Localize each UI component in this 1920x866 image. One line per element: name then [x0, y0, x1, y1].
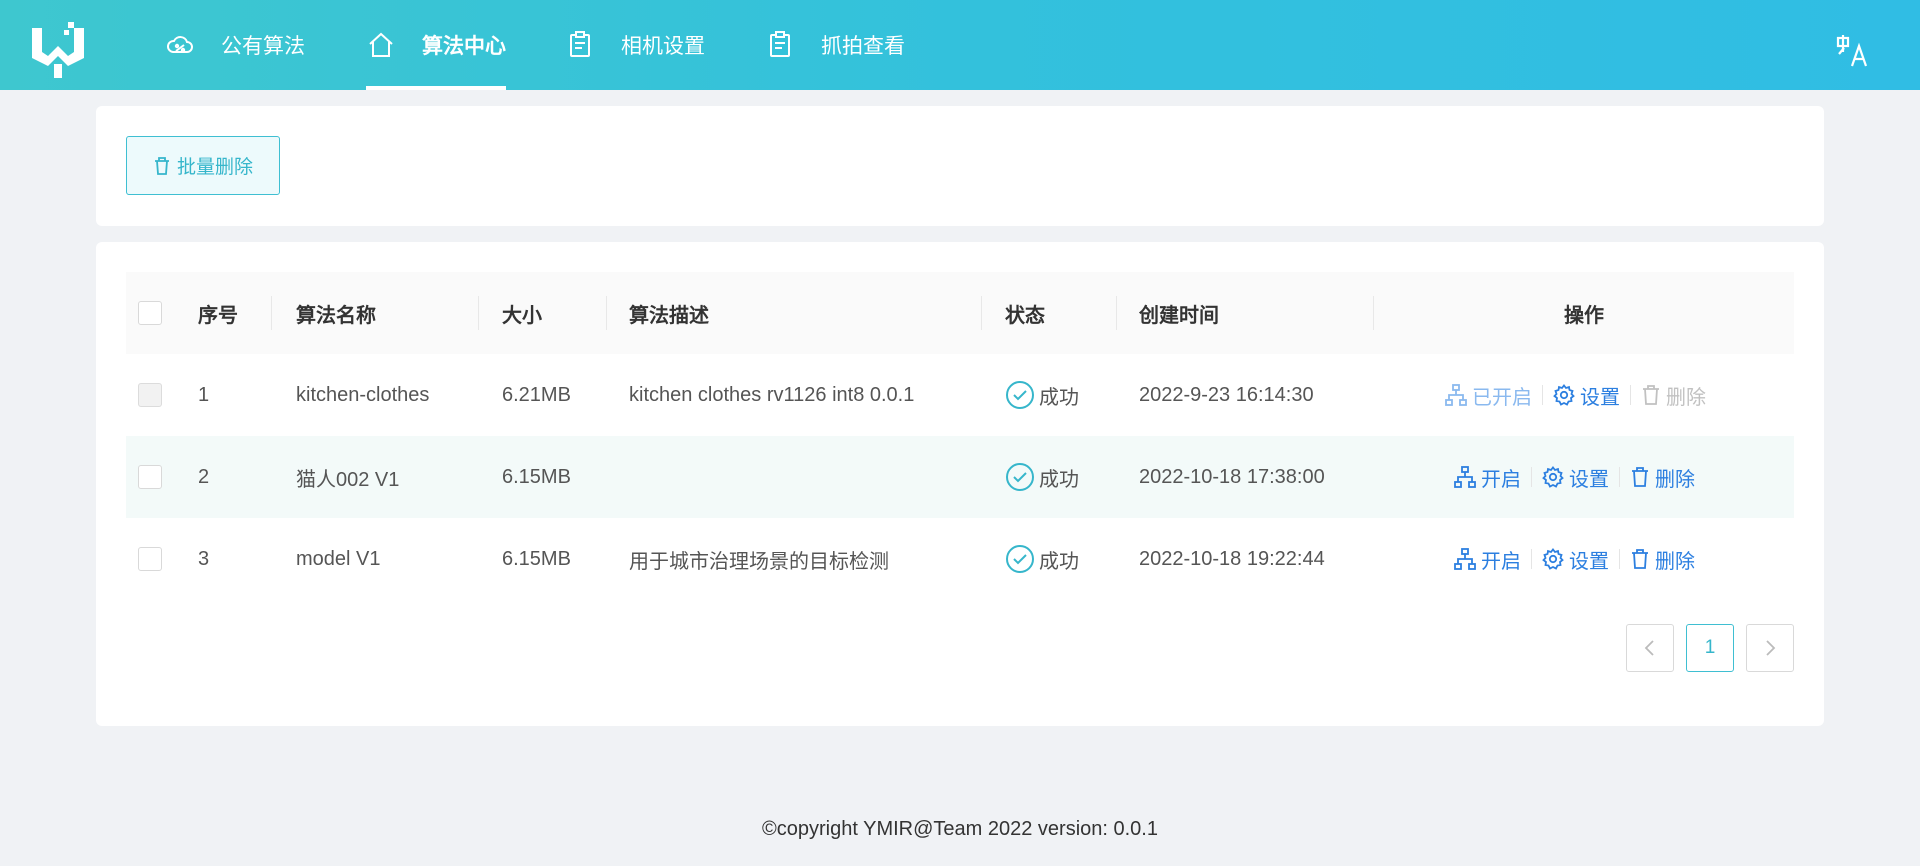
- row-index: 1: [198, 383, 210, 406]
- column-header: 序号: [198, 304, 238, 327]
- language-switch-icon[interactable]: [1836, 34, 1870, 68]
- algorithm-table-card: 序号 算法名称 大小 算法描述 状态 创建时间 操作 1 kitchen-clo…: [96, 242, 1824, 726]
- column-header: 创建时间: [1139, 304, 1219, 327]
- column-header: 算法描述: [629, 304, 709, 327]
- logo-icon[interactable]: [28, 18, 90, 80]
- column-header: 状态: [1005, 304, 1045, 327]
- created-time: 2022-10-18 19:22:44: [1139, 547, 1325, 570]
- org-tree-icon: [1454, 466, 1476, 488]
- created-time: 2022-10-18 17:38:00: [1139, 465, 1325, 488]
- algorithm-table: 序号 算法名称 大小 算法描述 状态 创建时间 操作 1 kitchen-clo…: [126, 272, 1794, 600]
- status-badge: 成功: [1005, 354, 1079, 436]
- algorithm-name: kitchen-clothes: [296, 383, 430, 406]
- nav-camera-settings[interactable]: 相机设置: [565, 0, 705, 90]
- chevron-left-icon: [1644, 640, 1654, 656]
- column-header: 操作: [1564, 304, 1604, 327]
- delete-button[interactable]: 删除: [1630, 545, 1695, 574]
- row-checkbox[interactable]: [138, 547, 162, 571]
- column-header: 算法名称: [296, 304, 376, 327]
- nav-algorithm-center[interactable]: 算法中心: [366, 0, 506, 90]
- column-header: 大小: [502, 304, 542, 327]
- row-actions: 开启 设置 删除: [1454, 518, 1695, 600]
- algorithm-name: 猫人002 V1: [296, 468, 400, 491]
- delete-button[interactable]: 删除: [1630, 463, 1695, 492]
- enable-button[interactable]: 开启: [1454, 463, 1521, 492]
- home-icon: [366, 30, 396, 60]
- row-index: 3: [198, 547, 210, 570]
- delete-button: 删除: [1641, 381, 1706, 410]
- trash-icon: [154, 156, 169, 175]
- algorithm-description: kitchen clothes rv1126 int8 0.0.1: [629, 383, 915, 406]
- status-text: 成功: [1039, 550, 1079, 573]
- next-page-button[interactable]: [1746, 624, 1794, 672]
- batch-delete-label: 批量删除: [176, 157, 253, 178]
- column-divider: [606, 296, 607, 330]
- footer-copyright: ©copyright YMIR@Team 2022 version: 0.0.1: [762, 818, 1158, 840]
- batch-delete-button[interactable]: 批量删除: [126, 136, 280, 195]
- column-divider: [478, 296, 479, 330]
- settings-button[interactable]: 设置: [1542, 545, 1609, 574]
- enabled-button[interactable]: 已开启: [1445, 381, 1532, 410]
- nav-label: 公有算法: [221, 35, 305, 58]
- column-divider: [1373, 296, 1374, 330]
- gear-icon: [1542, 466, 1564, 488]
- row-actions: 开启 设置 删除: [1454, 436, 1695, 518]
- trash-icon: [1632, 549, 1648, 569]
- gear-icon: [1553, 384, 1575, 406]
- algorithm-description: 用于城市治理场景的目标检测: [629, 550, 889, 573]
- column-divider: [981, 296, 982, 330]
- check-circle-icon: [1006, 545, 1034, 573]
- table-row: 1 kitchen-clothes 6.21MB kitchen clothes…: [126, 354, 1794, 436]
- table-row: 2 猫人002 V1 6.15MB 成功 2022-10-18 17:38:00…: [126, 436, 1794, 518]
- column-divider: [271, 296, 272, 330]
- algorithm-size: 6.15MB: [502, 547, 571, 570]
- created-time: 2022-9-23 16:14:30: [1139, 383, 1314, 406]
- nav-label: 抓拍查看: [821, 35, 905, 58]
- trash-icon: [1632, 467, 1648, 487]
- toolbar-card: 批量删除: [96, 106, 1824, 226]
- table-row: 3 model V1 6.15MB 用于城市治理场景的目标检测 成功 2022-…: [126, 518, 1794, 600]
- settings-button[interactable]: 设置: [1542, 463, 1609, 492]
- algorithm-size: 6.15MB: [502, 465, 571, 488]
- check-circle-icon: [1006, 381, 1034, 409]
- nav-label: 相机设置: [621, 35, 705, 58]
- status-badge: 成功: [1005, 436, 1079, 518]
- enable-button[interactable]: 开启: [1454, 545, 1521, 574]
- row-index: 2: [198, 465, 210, 488]
- clipboard-icon: [765, 30, 795, 60]
- top-navbar: 公有算法 算法中心 相机设置 抓拍查看: [0, 0, 1920, 90]
- org-tree-icon: [1454, 548, 1476, 570]
- trash-icon: [1643, 385, 1659, 405]
- nav-label: 算法中心: [422, 35, 506, 58]
- status-text: 成功: [1039, 386, 1079, 409]
- algorithm-size: 6.21MB: [502, 383, 571, 406]
- status-text: 成功: [1039, 468, 1079, 491]
- row-actions: 已开启 设置 删除: [1445, 354, 1706, 436]
- nav-public-algorithms[interactable]: 公有算法: [165, 0, 305, 90]
- org-tree-icon: [1445, 384, 1467, 406]
- clipboard-icon: [565, 30, 595, 60]
- prev-page-button[interactable]: [1626, 624, 1674, 672]
- algorithm-name: model V1: [296, 547, 381, 570]
- cloud-percent-icon: [165, 30, 195, 60]
- check-circle-icon: [1006, 463, 1034, 491]
- settings-button[interactable]: 设置: [1553, 381, 1620, 410]
- select-all-checkbox[interactable]: [138, 301, 162, 325]
- page-number-button[interactable]: 1: [1686, 624, 1734, 672]
- select-all-cell: [138, 272, 162, 354]
- chevron-right-icon: [1766, 640, 1776, 656]
- row-checkbox[interactable]: [138, 465, 162, 489]
- column-divider: [1116, 296, 1117, 330]
- table-header: 序号 算法名称 大小 算法描述 状态 创建时间 操作: [126, 272, 1794, 354]
- row-checkbox: [138, 383, 162, 407]
- nav-capture-view[interactable]: 抓拍查看: [765, 0, 905, 90]
- gear-icon: [1542, 548, 1564, 570]
- status-badge: 成功: [1005, 518, 1079, 600]
